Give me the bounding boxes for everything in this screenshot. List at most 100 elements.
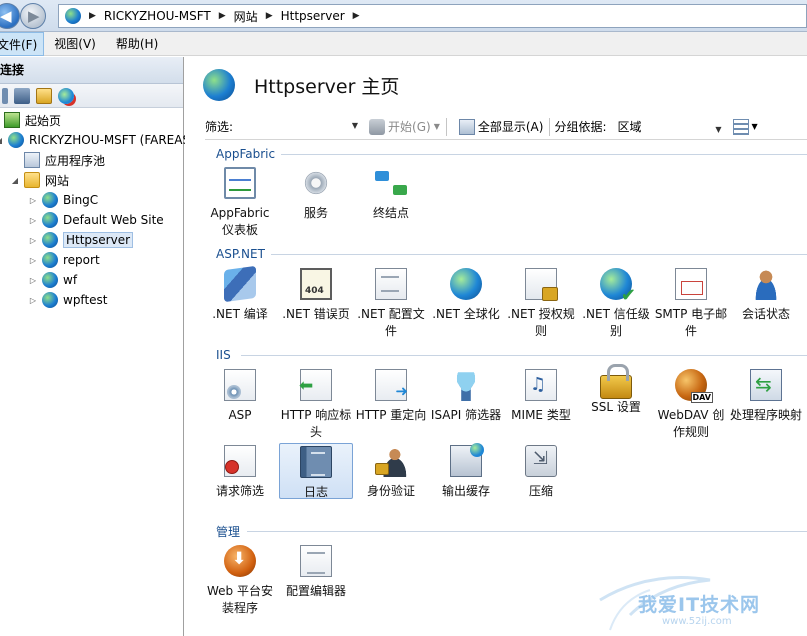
site-globe-icon: [42, 292, 58, 308]
feature-dotnet-error-pages[interactable]: .NET 错误页: [279, 266, 353, 342]
filter-input[interactable]: ▼: [241, 116, 362, 137]
connections-toolbar: [0, 84, 183, 108]
forward-button[interactable]: ▶: [20, 3, 46, 29]
feature-label: 身份验证: [366, 484, 415, 498]
expand-icon[interactable]: ▷: [28, 216, 38, 225]
feature-webdav-authoring[interactable]: WebDAV 创作规则: [654, 367, 728, 443]
feature-dotnet-compilation[interactable]: .NET 编译: [203, 265, 277, 342]
isapi-filters-icon: [450, 372, 482, 401]
feature-compression[interactable]: 压缩: [504, 443, 578, 519]
show-all-label: 全部显示(A): [477, 120, 544, 134]
tree-node-sites[interactable]: ◢ 网站: [10, 171, 69, 189]
binoculars-icon: [369, 118, 386, 135]
breadcrumb-sites[interactable]: 网站: [234, 8, 258, 25]
disconnect-icon[interactable]: [58, 87, 74, 104]
profile-icon: [375, 268, 407, 300]
breadcrumb-separator-icon[interactable]: ▶: [353, 11, 360, 21]
breadcrumb-separator-icon: ▶: [218, 11, 226, 21]
chevron-down-icon[interactable]: ▼: [752, 122, 758, 131]
show-all-icon: [458, 118, 475, 135]
trust-levels-icon: [600, 268, 636, 306]
feature-http-response-headers[interactable]: HTTP 响应标头: [279, 367, 353, 443]
group-header[interactable]: ASP.NET: [216, 247, 265, 261]
dashboard-icon: [224, 167, 256, 199]
tree-node-app-pools[interactable]: 应用程序池: [24, 151, 105, 169]
group-divider: [271, 254, 807, 255]
feature-label: AppFabric 仪表板: [210, 206, 270, 237]
tree-node-label: BingC: [63, 193, 99, 207]
breadcrumb-site[interactable]: Httpserver: [281, 9, 345, 23]
expand-icon[interactable]: ▷: [28, 276, 38, 285]
expand-icon[interactable]: ▷: [28, 296, 38, 305]
feature-ssl-settings[interactable]: SSL 设置: [579, 364, 653, 443]
group-header[interactable]: IIS: [216, 348, 231, 362]
dropdown-chevron-icon[interactable]: [2, 87, 8, 104]
go-button[interactable]: 开始(G) ▼: [367, 117, 442, 137]
feature-label: ISAPI 筛选器: [430, 408, 502, 422]
show-all-button[interactable]: 全部显示(A): [457, 117, 546, 137]
feature-dotnet-authorization[interactable]: .NET 授权规则: [504, 266, 578, 342]
feature-authentication[interactable]: 身份验证: [354, 443, 428, 519]
expand-icon[interactable]: ▷: [28, 256, 38, 265]
menu-file[interactable]: 文件(F): [0, 31, 45, 56]
breadcrumb-server[interactable]: RICKYZHOU-MSFT: [104, 9, 211, 23]
group-header[interactable]: AppFabric: [216, 147, 275, 161]
feature-asp[interactable]: ASP: [203, 367, 277, 443]
feature-services[interactable]: 服务: [279, 165, 353, 241]
save-icon[interactable]: [14, 87, 30, 104]
globalization-icon: [450, 268, 482, 300]
request-filtering-icon: [224, 445, 256, 477]
tree-node-site[interactable]: ▷ BingC: [28, 191, 98, 209]
group-by-select[interactable]: 区域 ▼: [612, 116, 725, 139]
breadcrumb[interactable]: ▶ RICKYZHOU-MSFT ▶ 网站 ▶ Httpserver ▶: [58, 4, 807, 28]
feature-session-state[interactable]: 会话状态: [729, 266, 803, 342]
error-page-404-icon: [300, 268, 332, 300]
expand-icon[interactable]: ▷: [28, 196, 38, 205]
chevron-down-icon[interactable]: ▼: [352, 121, 358, 130]
tree-node-start-page[interactable]: 起始页: [4, 111, 61, 129]
feature-web-platform-installer[interactable]: Web 平台安装程序: [203, 543, 277, 619]
feature-dotnet-profile[interactable]: .NET 配置文件: [354, 266, 428, 342]
tree-node-label: wpftest: [63, 293, 108, 307]
feature-endpoints[interactable]: 终结点: [354, 165, 428, 241]
feature-isapi-filters[interactable]: ISAPI 筛选器: [429, 367, 503, 443]
collapse-icon[interactable]: ◢: [10, 176, 20, 185]
connections-tree: 起始页 ◢ RICKYZHOU-MSFT (FAREAST\rickyzhou)…: [0, 108, 263, 308]
menu-help[interactable]: 帮助(H): [106, 32, 168, 56]
feature-mime-types[interactable]: MIME 类型: [504, 367, 578, 443]
feature-smtp-email[interactable]: SMTP 电子邮件: [654, 266, 728, 342]
feature-logging[interactable]: 日志: [279, 443, 353, 499]
collapse-icon[interactable]: ◢: [0, 136, 4, 145]
feature-dotnet-trust-levels[interactable]: .NET 信任级别: [579, 266, 653, 342]
feature-label: HTTP 响应标头: [280, 408, 352, 439]
chevron-down-icon[interactable]: ▼: [434, 122, 440, 131]
tree-node-site[interactable]: ▷ Default Web Site: [28, 211, 164, 229]
up-folder-icon[interactable]: [36, 87, 52, 104]
feature-configuration-editor[interactable]: 配置编辑器: [279, 543, 353, 619]
feature-dotnet-globalization[interactable]: .NET 全球化: [429, 266, 503, 342]
toolbar-separator: [549, 117, 551, 136]
group-header[interactable]: 管理: [216, 524, 240, 539]
feature-label: ASP: [228, 408, 252, 422]
mime-types-icon: [525, 369, 557, 401]
tree-node-site[interactable]: ▷ wpftest: [28, 291, 108, 309]
tree-node-label: wf: [63, 273, 78, 287]
view-tiles-icon: [732, 118, 749, 135]
tree-node-label: 网站: [45, 173, 70, 188]
feature-handler-mappings[interactable]: 处理程序映射: [729, 367, 803, 443]
feature-appfabric-dashboard[interactable]: AppFabric 仪表板: [203, 165, 277, 241]
tree-node-label: 起始页: [25, 113, 62, 128]
feature-request-filtering[interactable]: 请求筛选: [203, 443, 277, 519]
services-gear-icon: [300, 167, 332, 199]
authorization-rules-icon: [525, 268, 558, 301]
feature-http-redirect[interactable]: HTTP 重定向: [354, 367, 428, 443]
tree-node-site-selected[interactable]: ▷ Httpserver: [28, 231, 134, 249]
menu-view[interactable]: 视图(V): [44, 32, 106, 56]
expand-icon[interactable]: ▷: [28, 236, 38, 245]
feature-output-caching[interactable]: 输出缓存: [429, 443, 503, 519]
back-button[interactable]: ◀: [0, 3, 20, 29]
view-mode-button[interactable]: ▼: [731, 117, 760, 137]
tree-node-site[interactable]: ▷ report: [28, 251, 100, 269]
chevron-down-icon[interactable]: ▼: [715, 121, 721, 139]
tree-node-site[interactable]: ▷ wf: [28, 271, 77, 289]
